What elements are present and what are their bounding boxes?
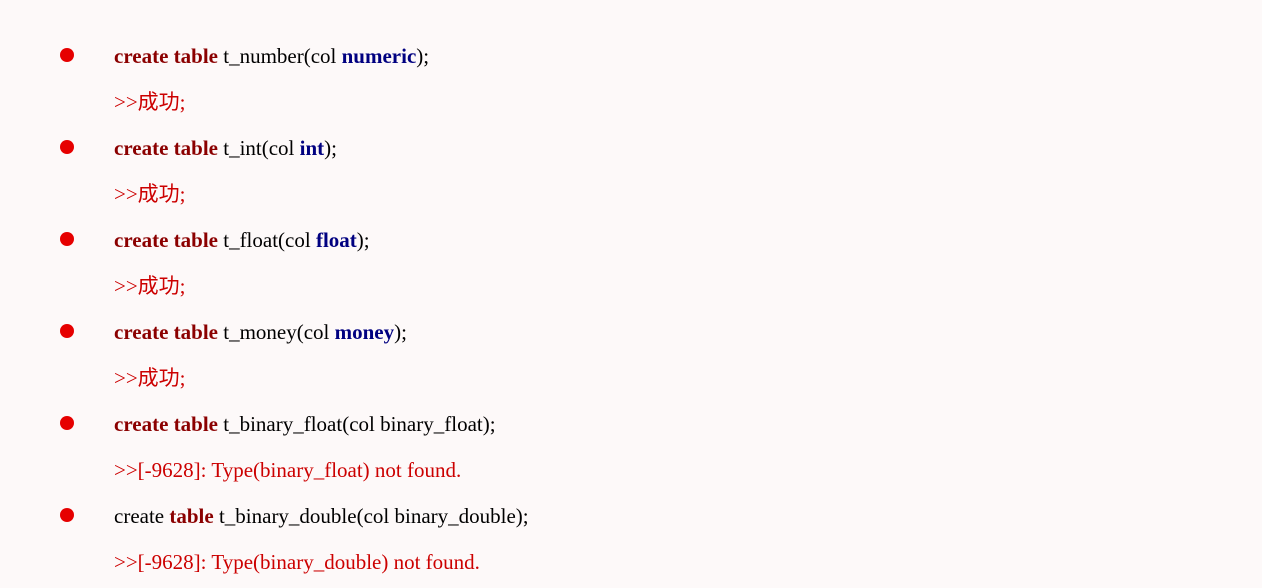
bullet-icon: [60, 508, 74, 522]
code-text: t_int(col: [218, 136, 300, 160]
bullet-icon: [60, 48, 74, 62]
keyword: create table: [114, 320, 218, 344]
code-text: );: [416, 44, 429, 68]
list-item: create table t_float(col float);: [0, 224, 1262, 266]
code-listing: create table t_number(col numeric); >>成功…: [0, 0, 1262, 588]
result-line: >>成功;: [114, 362, 186, 404]
list-item: >>成功;: [0, 86, 1262, 128]
bullet-icon: [60, 232, 74, 246]
result-line: >>成功;: [114, 86, 186, 128]
code-text: create: [114, 504, 169, 528]
list-item: create table t_int(col int);: [0, 132, 1262, 174]
code-text: t_binary_double(col binary_double);: [214, 504, 529, 528]
list-item: >>成功;: [0, 178, 1262, 220]
code-text: t_money(col: [218, 320, 335, 344]
result-line: >>成功;: [114, 270, 186, 312]
sql-line: create table t_binary_float(col binary_f…: [114, 408, 496, 450]
result-line: >>[-9628]: Type(binary_float) not found.: [114, 454, 461, 496]
list-item: create table t_binary_float(col binary_f…: [0, 408, 1262, 450]
sql-line: create table t_money(col money);: [114, 316, 407, 358]
type-keyword: numeric: [342, 44, 417, 68]
list-item: >>成功;: [0, 270, 1262, 312]
result-line: >>[-9628]: Type(binary_double) not found…: [114, 546, 480, 588]
code-text: );: [357, 228, 370, 252]
keyword: create table: [114, 136, 218, 160]
sql-line: create table t_binary_double(col binary_…: [114, 500, 529, 542]
keyword: create table: [114, 412, 218, 436]
sql-line: create table t_float(col float);: [114, 224, 370, 266]
bullet-icon: [60, 416, 74, 430]
code-text: t_float(col: [218, 228, 316, 252]
code-text: );: [394, 320, 407, 344]
keyword: create table: [114, 44, 218, 68]
list-item: create table t_binary_double(col binary_…: [0, 500, 1262, 542]
keyword: table: [169, 504, 213, 528]
list-item: create table t_money(col money);: [0, 316, 1262, 358]
sql-line: create table t_number(col numeric);: [114, 40, 429, 82]
keyword: create table: [114, 228, 218, 252]
type-keyword: money: [335, 320, 395, 344]
list-item: >>[-9628]: Type(binary_float) not found.: [0, 454, 1262, 496]
bullet-icon: [60, 140, 74, 154]
bullet-icon: [60, 324, 74, 338]
type-keyword: int: [300, 136, 325, 160]
type-keyword: float: [316, 228, 357, 252]
list-item: >>[-9628]: Type(binary_double) not found…: [0, 546, 1262, 588]
list-item: >>成功;: [0, 362, 1262, 404]
list-item: create table t_number(col numeric);: [0, 40, 1262, 82]
result-line: >>成功;: [114, 178, 186, 220]
code-text: t_binary_float(col binary_float);: [218, 412, 496, 436]
sql-line: create table t_int(col int);: [114, 132, 337, 174]
code-text: );: [324, 136, 337, 160]
code-text: t_number(col: [218, 44, 342, 68]
